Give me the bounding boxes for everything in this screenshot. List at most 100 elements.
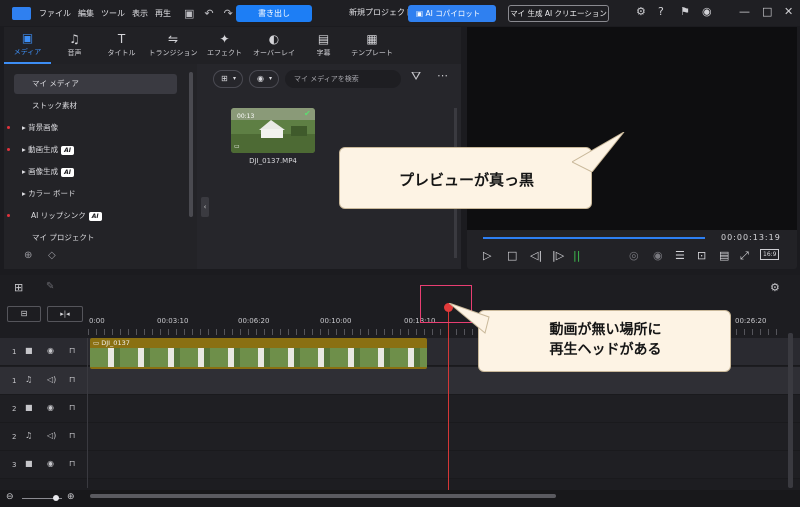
account-icon[interactable]: ◉ [702,5,712,18]
tab-title[interactable]: T タイトル [98,27,145,64]
snapshot-icon[interactable]: ◎ [629,249,639,262]
ai-copilot-button[interactable]: ▣ AI コパイロット [408,5,496,22]
close-icon[interactable]: ✕ [784,5,793,18]
help-icon[interactable]: ? [658,5,664,18]
settings-icon[interactable]: ⚙ [636,5,646,18]
sidebar-scrollbar[interactable] [189,72,193,217]
minimize-icon[interactable]: — [739,5,750,18]
sidebar-item-my-media[interactable]: マイ メディア [14,74,177,94]
split-button[interactable]: ▸|◂ [47,306,83,322]
import-dropdown[interactable]: ⊞ ▾ [213,70,243,88]
save-icon[interactable]: ▣ [184,7,194,20]
ruler-label: 00:06:20 [238,317,270,325]
timeline-bottom-bar: ⊖ ⊕ [0,490,800,507]
sidebar-item-label: 背景画像 [28,123,59,132]
record-icon: ◉ [257,74,264,83]
ai-creation-button[interactable]: マイ 生成 AI クリエーション [508,5,609,22]
track-row-video-3: 3 ■ ◉ ⊓ [0,451,800,479]
tab-transition[interactable]: ⇋ トランジション [145,27,201,64]
mute-icon[interactable]: ◁) [47,375,56,384]
tab-effect[interactable]: ✦ エフェクト [201,27,248,64]
menu-edit[interactable]: 編集 [78,8,94,19]
add-track-button[interactable]: ⊟ [7,306,41,322]
media-sidebar: マイ メディア ストック素材 ▸ 背景画像 ▸ 動画生成 AI ▸ 画像生成 AI … [4,64,197,269]
menu-view[interactable]: 表示 [132,8,148,19]
prev-frame-icon[interactable]: ◁| [530,249,542,262]
zoom-slider-handle[interactable] [53,495,59,501]
layout-icon[interactable]: ▤ [719,249,729,262]
tab-label: 字幕 [316,49,331,57]
ai-badge: AI [61,167,75,177]
record-dropdown[interactable]: ◉ ▾ [249,70,279,88]
sidebar-item-label: ストック素材 [32,101,77,110]
video-track-icon: ■ [25,346,33,355]
menu-tools[interactable]: ツール [101,8,125,19]
clip-name: ▭ DJI_0137 [93,339,130,347]
tab-subtitle[interactable]: ▤ 字幕 [300,27,347,64]
aspect-ratio-button[interactable]: 16:9 [760,249,780,260]
menu-file[interactable]: ファイル [39,8,71,19]
fullscreen-icon[interactable]: ⤢ [740,249,749,263]
lock-icon[interactable]: ⊓ [69,403,75,412]
sidebar-item-lipsync[interactable]: AI リップシンク AI [4,206,184,226]
filter-icon[interactable]: ⛛ [411,69,421,84]
chevron-down-icon: ▾ [233,75,237,82]
visibility-icon[interactable]: ◉ [47,346,54,355]
list-icon[interactable]: ☰ [675,249,685,262]
tag-icon[interactable]: ◇ [48,250,56,261]
lock-icon[interactable]: ⊓ [69,431,75,440]
menu-playback[interactable]: 再生 [155,8,171,19]
play-icon[interactable]: ▷ [483,249,491,262]
clip-name-text: DJI_0137 [101,339,130,347]
sidebar-item-image-gen[interactable]: ▸ 画像生成 AI [4,162,184,182]
collapse-sidebar-button[interactable]: ‹ [201,197,209,217]
preview-progress-bar[interactable] [483,237,705,239]
callout-playhead: 動画が無い場所に 再生ヘッドがある [449,303,731,372]
stop-icon[interactable]: □ [507,249,517,262]
expand-arrow-icon[interactable]: ▸ [4,189,28,198]
zoom-out-icon[interactable]: ⊖ [6,492,14,502]
media-thumbnail[interactable]: 00:13 ✔ ▭ [231,108,315,153]
sidebar-item-stock[interactable]: ストック素材 [4,96,184,116]
track-row-audio-2: 2 ♫ ◁) ⊓ [0,423,800,451]
ruler-label: 00:03:10 [157,317,189,325]
lock-icon[interactable]: ⊓ [69,459,75,468]
notification-icon[interactable]: ⚑ [680,5,690,18]
visibility-icon[interactable]: ◉ [47,403,54,412]
tab-overlay[interactable]: ◐ オーバーレイ [248,27,300,64]
lock-icon[interactable]: ⊓ [69,375,75,384]
tab-audio[interactable]: ♫ 音声 [51,27,98,64]
export-button[interactable]: 書き出し [236,5,312,22]
tab-label: メディア [13,48,42,56]
mute-icon[interactable]: ◁) [47,431,56,440]
media-search-input[interactable]: マイ メディアを検索 [285,70,401,88]
sidebar-item-background[interactable]: ▸ 背景画像 [4,118,184,138]
subtitle-icon: ▤ [317,32,330,46]
timeline-vertical-scrollbar[interactable] [788,333,793,488]
layout-toggle-icon[interactable]: ⊞ [14,281,23,294]
visibility-icon[interactable]: ◉ [47,459,54,468]
text-icon: T [117,32,126,46]
track-number: 1 [12,348,17,356]
tab-media[interactable]: ▣ メディア [4,27,51,64]
video-clip[interactable]: ▭ DJI_0137 [90,338,427,369]
pen-icon[interactable]: ✎ [46,281,54,292]
lock-icon[interactable]: ⊓ [69,346,75,355]
tab-template[interactable]: ▦ テンプレート [347,27,397,64]
sidebar-item-color-board[interactable]: ▸ カラー ボード [4,184,184,204]
zoom-in-icon[interactable]: ⊕ [67,492,75,502]
next-frame-icon[interactable]: |▷ [552,249,564,262]
maximize-icon[interactable]: □ [762,5,772,18]
audio-icon[interactable]: ◉ [653,249,663,262]
sidebar-item-video-gen[interactable]: ▸ 動画生成 AI [4,140,184,160]
more-icon[interactable]: ⋯ [437,69,448,82]
redo-icon[interactable]: ↷ [224,7,233,20]
undo-icon[interactable]: ↶ [204,7,213,20]
timeline-settings-icon[interactable]: ⚙ [770,281,780,294]
sidebar-item-my-project[interactable]: マイ プロジェクト [4,228,184,248]
sidebar-item-label: 画像生成 [28,167,59,176]
timeline-horizontal-scrollbar[interactable] [90,494,556,498]
zoom-fit-icon[interactable]: ⊡ [697,249,706,262]
add-folder-icon[interactable]: ⊕ [24,250,32,261]
expand-arrow-icon[interactable]: ▸ [4,167,28,176]
